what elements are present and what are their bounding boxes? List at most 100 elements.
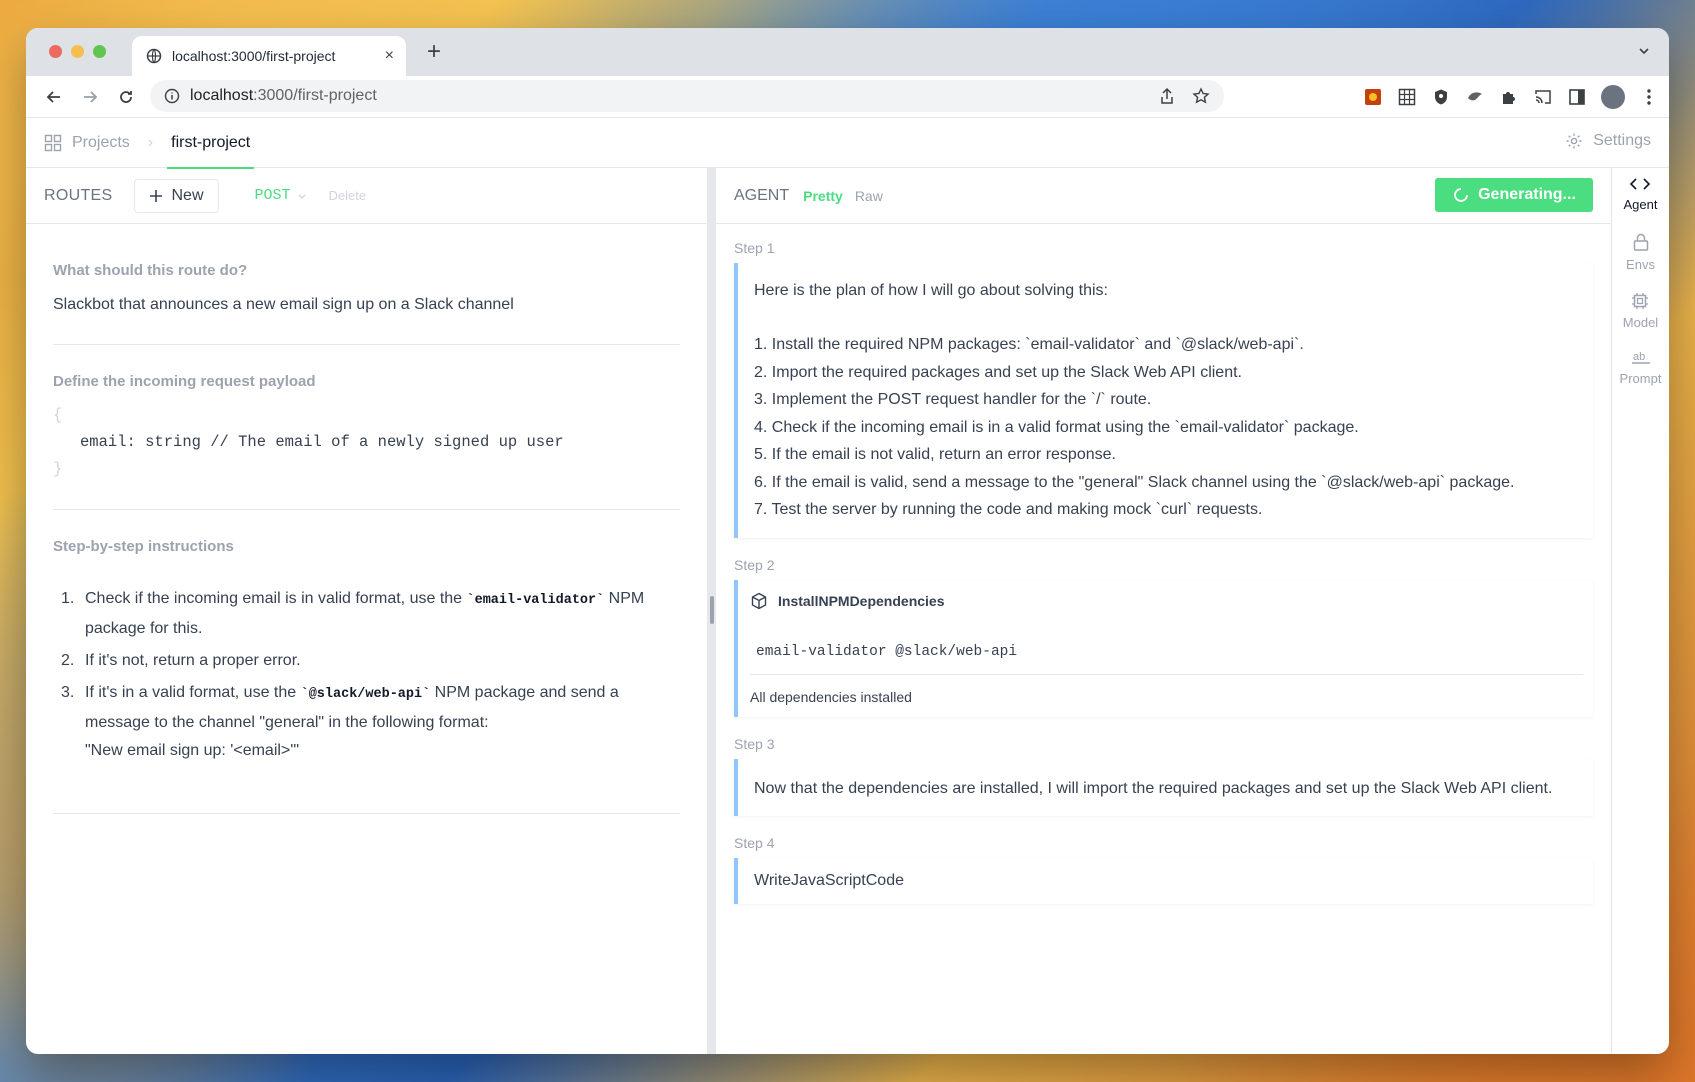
instruction-text: Check if the incoming email is in valid …	[85, 585, 680, 643]
step-label: Step 1	[734, 240, 775, 256]
share-icon[interactable]	[1158, 87, 1176, 105]
instruction-code: `email-validator`	[466, 593, 605, 608]
plan-item: 3. Implement the POST request handler fo…	[754, 391, 1152, 408]
svg-text:ab: ab	[1633, 351, 1645, 363]
extension-bird-icon[interactable]	[1465, 87, 1485, 107]
extension-grid-icon[interactable]	[1397, 87, 1417, 107]
maximize-window-button[interactable]	[93, 45, 106, 58]
instruction-number: 2.	[61, 652, 75, 669]
breadcrumb-projects[interactable]: Projects	[72, 134, 130, 152]
splitter-handle[interactable]	[710, 596, 714, 624]
arrow-right-icon	[84, 90, 98, 103]
generating-button[interactable]: Generating...	[1435, 178, 1593, 212]
more-menu-icon[interactable]	[1639, 87, 1659, 107]
settings-label: Settings	[1593, 132, 1651, 149]
rail-model[interactable]: Model	[1623, 292, 1658, 330]
plan-item: 6. If the email is valid, send a message…	[754, 473, 1515, 491]
rail-envs[interactable]: Envs	[1626, 232, 1655, 272]
extensions-area	[1363, 80, 1659, 114]
breadcrumb-current-project[interactable]: first-project	[167, 118, 255, 169]
plus-icon	[150, 189, 163, 202]
route-purpose-text[interactable]: Slackbot that announces a new email sign…	[53, 296, 680, 314]
rail-envs-label: Envs	[1626, 257, 1655, 272]
instruction-number: 3.	[61, 684, 75, 701]
gear-icon	[1566, 133, 1582, 149]
rail-prompt-label: Prompt	[1619, 371, 1662, 386]
payload-editor[interactable]: { email: string // The email of a newly …	[53, 402, 680, 483]
plan-item: 1. Install the required NPM packages: `e…	[754, 336, 1304, 353]
chevron-down-icon	[298, 194, 306, 199]
payload-line: email: string // The email of a newly si…	[80, 433, 564, 451]
browser-toolbar: localhost:3000/first-project	[26, 76, 1669, 118]
close-window-button[interactable]	[49, 45, 62, 58]
routes-toolbar: ROUTES New POST Delete	[26, 168, 707, 224]
route-form: What should this route do? Slackbot that…	[26, 224, 707, 814]
instructions-section: Step-by-step instructions 1. Check if th…	[53, 510, 680, 814]
pane-splitter[interactable]	[708, 168, 716, 1054]
payload-title: Define the incoming request payload	[53, 373, 316, 390]
step-label: Step 2	[734, 556, 775, 573]
browser-tab[interactable]: localhost:3000/first-project ×	[132, 36, 406, 76]
extension-photo-icon[interactable]	[1363, 87, 1383, 107]
instruction-text: If it's in a valid format, use the `@sla…	[85, 679, 680, 765]
star-icon[interactable]	[1192, 87, 1210, 105]
arrow-left-icon	[46, 90, 60, 103]
rail-prompt[interactable]: ab Prompt	[1620, 350, 1662, 386]
payload-open-brace: {	[53, 406, 63, 424]
route-editor-pane: ROUTES New POST Delete What should this …	[26, 168, 708, 1054]
method-value: POST	[254, 187, 291, 204]
reload-icon	[120, 90, 132, 103]
step-card-message: Now that the dependencies are installed,…	[734, 758, 1593, 816]
instruction-number: 1.	[61, 590, 75, 607]
step-label: Step 4	[734, 834, 775, 851]
package-icon	[751, 592, 767, 609]
back-button[interactable]	[36, 79, 72, 115]
agent-toolbar: AGENT Pretty Raw Generating...	[716, 168, 1611, 224]
payload-close-brace: }	[53, 460, 63, 478]
instruction-item: 3. If it's in a valid format, use the `@…	[53, 679, 680, 765]
reload-button[interactable]	[108, 79, 144, 115]
tool-header: InstallNPMDependencies	[750, 592, 1583, 610]
tool-arguments: email-validator @slack/web-api	[750, 644, 1583, 675]
new-tab-button[interactable]: +	[420, 38, 448, 66]
url-path: :3000/first-project	[253, 87, 377, 104]
code-icon	[1630, 178, 1651, 190]
address-bar[interactable]: localhost:3000/first-project	[150, 80, 1224, 112]
settings-button[interactable]: Settings	[1565, 132, 1651, 150]
rail-model-label: Model	[1622, 315, 1659, 330]
forward-button[interactable]	[72, 79, 108, 115]
tab-title: localhost:3000/first-project	[172, 48, 336, 64]
routes-label: ROUTES	[44, 186, 113, 204]
chip-icon	[1632, 293, 1649, 309]
cast-icon[interactable]	[1533, 87, 1553, 107]
tab-search-button[interactable]	[1637, 44, 1651, 63]
text-icon: ab	[1631, 351, 1650, 364]
new-route-button[interactable]: New	[134, 178, 219, 213]
side-panel-icon[interactable]	[1567, 87, 1587, 107]
step-card-code: WriteJavaScriptCode	[734, 857, 1593, 904]
route-purpose-title: What should this route do?	[53, 262, 248, 279]
info-icon[interactable]	[164, 88, 180, 104]
instruction-text: If it's not, return a proper error.	[85, 652, 301, 669]
instruction-text-pre: Check if the incoming email is in valid …	[85, 590, 467, 607]
method-select[interactable]: POST	[255, 187, 307, 204]
step-label: Step 3	[734, 735, 775, 752]
puzzle-icon[interactable]	[1499, 87, 1519, 107]
instructions-list[interactable]: 1. Check if the incoming email is in val…	[53, 585, 680, 765]
new-route-label: New	[171, 186, 204, 204]
breadcrumb-separator: ›	[147, 133, 154, 151]
tab-pretty[interactable]: Pretty	[803, 188, 843, 204]
close-tab-button[interactable]: ×	[385, 47, 394, 65]
instructions-title: Step-by-step instructions	[53, 538, 234, 555]
plan-intro: Here is the plan of how I will go about …	[754, 282, 1108, 299]
delete-route-button[interactable]: Delete	[329, 188, 367, 203]
chevron-down-icon	[1639, 48, 1649, 55]
minimize-window-button[interactable]	[71, 45, 84, 58]
extension-shield-icon[interactable]	[1431, 87, 1451, 107]
tab-raw[interactable]: Raw	[855, 188, 883, 204]
right-rail: Agent Envs Model ab Prompt	[1611, 168, 1669, 1054]
plan-list: 1. Install the required NPM packages: `e…	[754, 331, 1577, 524]
grid-icon[interactable]	[44, 134, 62, 152]
profile-avatar[interactable]	[1601, 85, 1625, 109]
rail-agent[interactable]: Agent	[1624, 176, 1657, 212]
